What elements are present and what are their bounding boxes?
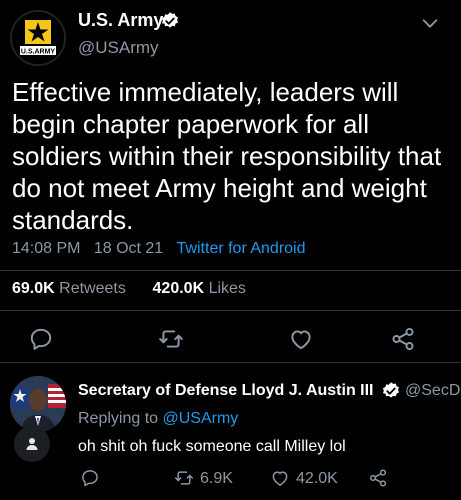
army-star-logo: U.S.ARMY (12, 12, 64, 64)
share-icon[interactable] (390, 326, 416, 352)
retweets-label[interactable]: Retweets (59, 280, 126, 297)
tweet-time: 14:08 PM (12, 240, 81, 257)
heart-icon[interactable] (270, 468, 290, 488)
tweet-date: 18 Oct 21 (93, 240, 164, 257)
verified-badge-icon (382, 382, 399, 398)
replying-to: Replying to @USArmy (78, 410, 238, 428)
reply-icon[interactable] (28, 326, 54, 352)
retweet-icon[interactable] (158, 326, 184, 352)
reply-display-name[interactable]: Secretary of Defense Lloyd J. Austin III (78, 382, 374, 400)
reply-actions: 6.9K 42.0K (0, 466, 461, 496)
tweet-source[interactable]: Twitter for Android (177, 240, 306, 257)
tweet-text: Effective immediately, leaders will begi… (12, 77, 442, 235)
divider (0, 310, 461, 311)
reply-likes-count: 42.0K (296, 470, 338, 487)
replying-prefix: Replying to (78, 410, 159, 427)
tweet-stats: 69.0K Retweets 420.0K Likes (12, 280, 246, 298)
share-icon[interactable] (368, 468, 388, 488)
chevron-down-icon[interactable] (419, 12, 441, 34)
tweet-header: U.S.ARMY U.S. Army @USArmy (0, 0, 461, 70)
verified-badge-icon (161, 12, 178, 28)
display-name[interactable]: U.S. Army (78, 10, 163, 31)
tweet-actions (0, 320, 461, 360)
reply-text: oh shit oh fuck someone call Milley lol (78, 438, 346, 455)
handle[interactable]: @USArmy (78, 38, 159, 58)
tweet-meta: 14:08 PM 18 Oct 21 Twitter for Android (12, 240, 306, 258)
divider (0, 270, 461, 271)
reply-handle[interactable]: @SecDef (405, 382, 461, 400)
person-icon (26, 438, 38, 450)
avatar[interactable]: U.S.ARMY (10, 10, 66, 66)
retweet-icon[interactable] (174, 468, 194, 488)
reply-retweets-count: 6.9K (200, 470, 233, 487)
reply-icon[interactable] (80, 468, 100, 488)
retweets-count[interactable]: 69.0K (12, 280, 55, 297)
heart-icon[interactable] (288, 326, 314, 352)
replying-mention[interactable]: @USArmy (163, 410, 239, 427)
secdef-avatar-image (10, 376, 66, 432)
user-icon (14, 426, 50, 462)
likes-label[interactable]: Likes (209, 280, 246, 297)
divider (0, 362, 461, 363)
likes-count[interactable]: 420.0K (153, 280, 205, 297)
svg-text:U.S.ARMY: U.S.ARMY (21, 49, 56, 56)
reply-avatar[interactable] (10, 376, 66, 432)
